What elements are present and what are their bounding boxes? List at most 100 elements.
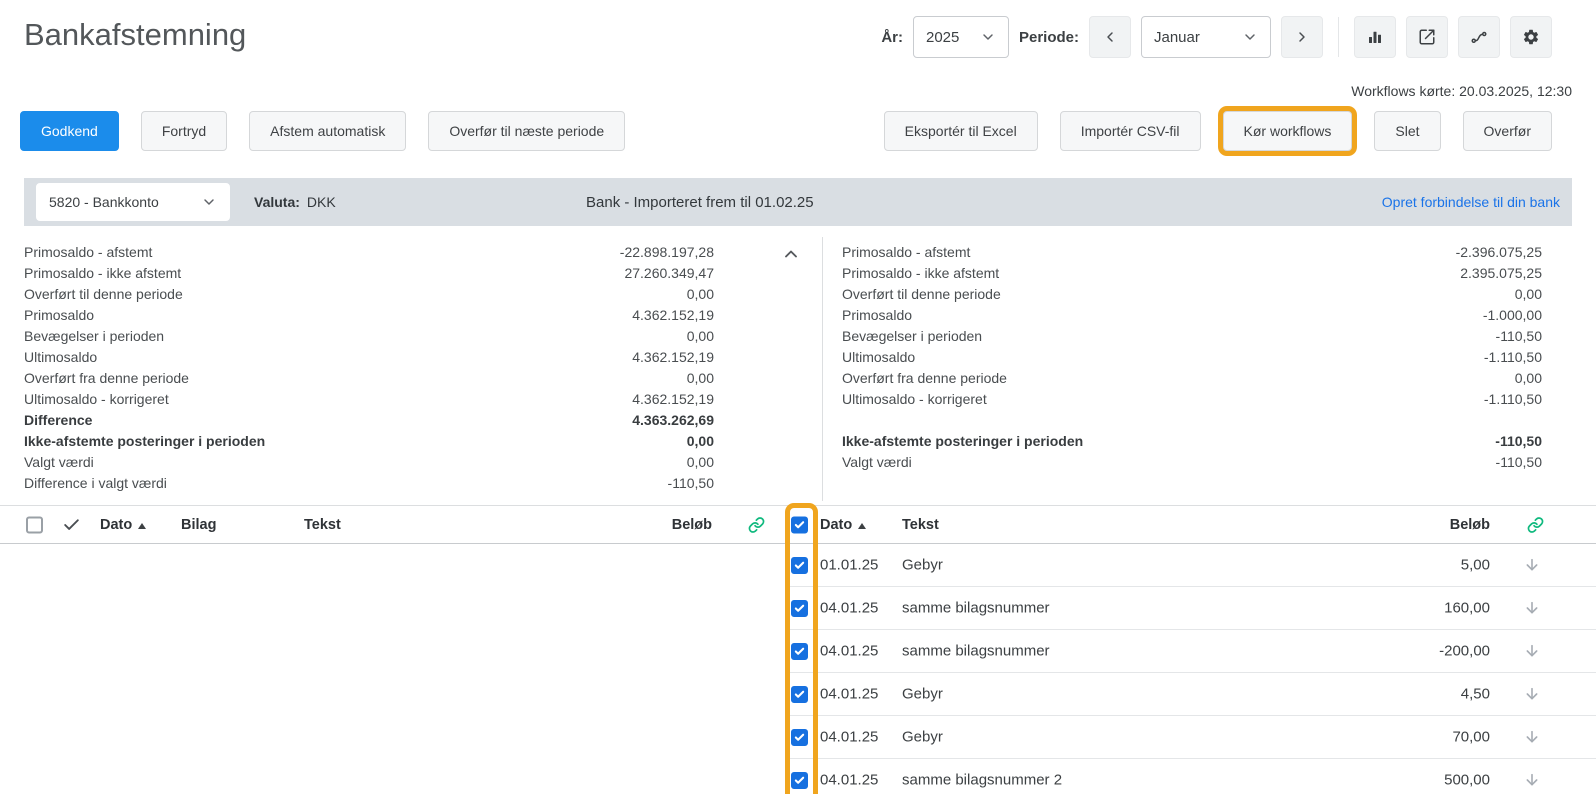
summary-label: Bevægelser i perioden — [842, 327, 983, 344]
summary-value: -2.396.075,25 — [1455, 243, 1542, 260]
chart-button[interactable] — [1354, 16, 1396, 58]
balance-summary: Primosaldo - afstemt -22.898.197,28 Primos… — [0, 237, 1596, 501]
run-workflows-button[interactable]: Kør workflows — [1222, 111, 1353, 151]
settings-button[interactable] — [1510, 16, 1552, 58]
select-all-right-checkbox[interactable] — [791, 516, 808, 533]
summary-row: Ultimosaldo 4.362.152,19 — [24, 346, 714, 367]
row-checkbox[interactable] — [791, 686, 808, 703]
summary-label: Ikke-afstemte posteringer i perioden — [842, 432, 1084, 449]
summary-label: Ultimosaldo — [842, 348, 916, 365]
row-checkbox[interactable] — [791, 557, 808, 574]
year-label: År: — [881, 28, 903, 46]
left-header-text[interactable]: Tekst — [304, 517, 341, 533]
row-checkbox[interactable] — [791, 600, 808, 617]
delete-button[interactable]: Slet — [1374, 111, 1441, 151]
row-text: Gebyr — [902, 556, 943, 574]
row-amount: -200,00 — [1439, 642, 1490, 660]
currency-label: Valuta: — [254, 194, 300, 210]
table-row[interactable]: 04.01.25 Gebyr 4,50 — [786, 673, 1596, 716]
arrow-down-icon — [1524, 600, 1540, 616]
export-excel-button[interactable]: Eksportér til Excel — [883, 111, 1038, 151]
summary-left-column: Primosaldo - afstemt -22.898.197,28 Primos… — [24, 241, 714, 493]
table-row[interactable]: 04.01.25 samme bilagsnummer -200,00 — [786, 630, 1596, 673]
toolbar-left-group: Godkend Fortryd Afstem automatisk Overfø… — [20, 111, 626, 151]
workflow-icon — [1470, 28, 1488, 46]
left-header-amount[interactable]: Beløb — [672, 517, 712, 533]
table-row[interactable]: 04.01.25 samme bilagsnummer 160,00 — [786, 587, 1596, 630]
auto-reconcile-button[interactable]: Afstem automatisk — [249, 111, 407, 151]
summary-row: Valgt værdi 0,00 — [24, 451, 714, 472]
summary-label: Overført til denne periode — [842, 285, 1001, 302]
chevron-right-icon — [1294, 29, 1310, 45]
table-row[interactable]: 04.01.25 samme bilagsnummer 2 500,00 — [786, 759, 1596, 794]
collapse-summary-button[interactable] — [779, 243, 803, 265]
connect-bank-link[interactable]: Opret forbindelse til din bank — [1382, 194, 1560, 210]
summary-label: Difference i valgt værdi — [24, 474, 167, 491]
right-header-amount[interactable]: Beløb — [1450, 517, 1490, 533]
arrow-down-icon — [1524, 686, 1540, 702]
row-date: 04.01.25 — [820, 599, 879, 617]
summary-row: Primosaldo -1.000,00 — [842, 304, 1542, 325]
right-header-date[interactable]: Dato — [820, 517, 867, 533]
chevron-up-icon — [781, 244, 801, 264]
transfer-to-next-period-button[interactable]: Overfør til næste periode — [428, 111, 626, 151]
row-text: Gebyr — [902, 728, 943, 746]
summary-row: Overført til denne periode 0,00 — [24, 283, 714, 304]
chevron-down-icon — [201, 194, 217, 210]
table-row[interactable]: 04.01.25 Gebyr 70,00 — [786, 716, 1596, 759]
left-header-date[interactable]: Dato — [100, 517, 147, 533]
account-bar: 5820 - Bankkonto Valuta: DKK Bank - Impo… — [24, 178, 1572, 226]
summary-row: Ultimosaldo -1.110,50 — [842, 346, 1542, 367]
summary-label: Primosaldo — [842, 306, 913, 323]
summary-label: Primosaldo - afstemt — [24, 243, 153, 260]
arrow-down-icon — [1524, 557, 1540, 573]
next-period-button[interactable] — [1281, 16, 1323, 58]
arrow-down-icon — [1524, 772, 1540, 788]
left-header-voucher[interactable]: Bilag — [181, 517, 216, 533]
summary-value: 4.362.152,19 — [632, 348, 714, 365]
row-checkbox[interactable] — [791, 772, 808, 789]
summary-row: Overført fra denne periode 0,00 — [24, 367, 714, 388]
summary-value: -110,50 — [1495, 453, 1542, 470]
summary-value: 0,00 — [1514, 369, 1542, 386]
summary-row: Ikke-afstemte posteringer i perioden 0,00 — [24, 430, 714, 451]
approve-button[interactable]: Godkend — [20, 111, 119, 151]
controls-divider — [1338, 17, 1339, 57]
previous-period-button[interactable] — [1089, 16, 1131, 58]
row-checkbox[interactable] — [791, 729, 808, 746]
month-select[interactable]: Januar — [1141, 16, 1271, 58]
transfer-button[interactable]: Overfør — [1462, 111, 1552, 151]
undo-button[interactable]: Fortryd — [140, 111, 228, 151]
checkmark-icon — [62, 515, 81, 534]
month-select-value: Januar — [1154, 28, 1200, 46]
summary-value: 4.362.152,19 — [632, 390, 714, 407]
summary-row: Bevægelser i perioden 0,00 — [24, 325, 714, 346]
summary-row: Primosaldo - afstemt -2.396.075,25 — [842, 241, 1542, 262]
select-all-left-checkbox[interactable] — [26, 516, 43, 533]
row-checkbox[interactable] — [791, 643, 808, 660]
bank-import-status: Bank - Importeret frem til 01.02.25 — [586, 193, 814, 211]
summary-value: 2.395.075,25 — [1460, 264, 1542, 281]
open-external-button[interactable] — [1406, 16, 1448, 58]
import-csv-button[interactable]: Importér CSV-fil — [1059, 111, 1201, 151]
right-header-text[interactable]: Tekst — [902, 517, 939, 533]
year-select[interactable]: 2025 — [912, 16, 1009, 58]
row-text: samme bilagsnummer — [902, 599, 1050, 617]
sort-asc-icon — [138, 522, 147, 529]
workflow-button[interactable] — [1458, 16, 1500, 58]
row-text: samme bilagsnummer — [902, 642, 1050, 660]
table-row[interactable]: 01.01.25 Gebyr 5,00 — [786, 544, 1596, 587]
summary-label: Primosaldo — [24, 306, 95, 323]
summary-value: -1.000,00 — [1482, 306, 1542, 323]
summary-label: Overført fra denne periode — [24, 369, 189, 386]
link-icon[interactable] — [748, 516, 765, 533]
link-icon[interactable] — [1527, 516, 1544, 533]
summary-label: Difference — [24, 411, 93, 428]
external-link-icon — [1418, 28, 1436, 46]
chevron-down-icon — [980, 29, 996, 45]
period-label: Periode: — [1018, 28, 1079, 46]
summary-value: -110,50 — [667, 474, 714, 491]
arrow-down-icon — [1524, 643, 1540, 659]
account-select[interactable]: 5820 - Bankkonto — [36, 183, 230, 221]
summary-row: Ultimosaldo - korrigeret -1.110,50 — [842, 388, 1542, 409]
